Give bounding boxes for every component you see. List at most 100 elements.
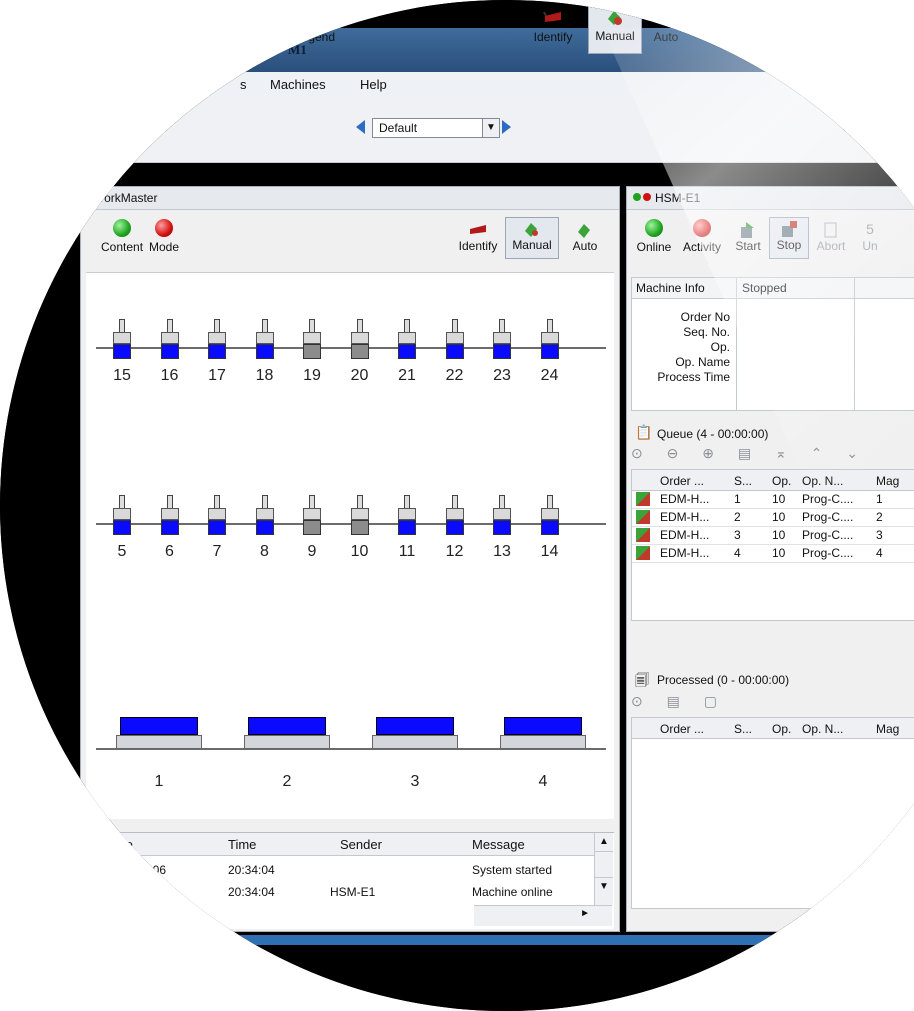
menu-item-machines[interactable]: Machines [270,77,326,92]
queue-row[interactable]: EDM-H... 1 10 Prog-C.... 1 [632,490,914,509]
layout-combo[interactable]: Default ▼ [372,118,500,138]
pallet[interactable] [372,717,458,751]
queue-tool-icons[interactable]: ⊙ ⊖ ⊕ ▤ ⌅ ⌃ ⌄ [631,445,868,461]
processed-col-mag[interactable]: Mag [876,722,899,736]
menu-item-partial[interactable]: s [240,77,247,92]
log-hscrollbar[interactable]: ► [474,905,612,926]
machine-start-button[interactable]: Start [729,221,767,253]
tool-holder[interactable] [160,495,179,535]
configure-button[interactable]: Configure [170,8,222,44]
log-scrollbar[interactable]: ▲ ▼ [594,833,613,905]
pallet[interactable] [244,717,330,751]
process-time-label: Process Time [657,370,730,384]
processed-col-opname[interactable]: Op. N... [802,722,843,736]
tool-number: 11 [398,543,416,560]
pane-identify-label: Identify [458,239,498,253]
window-title: M1 [288,42,307,57]
pallet[interactable] [500,717,586,751]
queue-col-order[interactable]: Order ... [660,474,704,488]
tool-number: 12 [445,543,464,560]
pane-auto-button[interactable]: Auto [563,221,607,253]
log-time-2: 20:34:04 [228,885,275,899]
pane-manual-button[interactable]: Manual [505,217,559,259]
tool-holder[interactable] [208,319,226,359]
chevron-down-icon[interactable]: ▼ [482,119,499,137]
queue-cell: EDM-H... [660,492,710,506]
tool-holder[interactable] [208,495,226,535]
queue-col-seq[interactable]: S... [734,474,752,488]
pallet-number: 2 [282,773,292,790]
log-col-sender[interactable]: Sender [340,837,382,852]
content-label: Content [101,240,144,254]
machine-unload-button[interactable]: 5 Un [855,221,885,253]
start-label: Start [709,30,735,44]
start-button[interactable]: Start [700,8,744,44]
legend-button[interactable]: Legend [290,8,340,44]
queue-cell: EDM-H... [660,546,710,560]
identify-button[interactable]: Identify [522,8,584,44]
log-col-message[interactable]: Message [472,837,525,852]
processed-col-op[interactable]: Op. [772,722,791,736]
identify-icon [467,221,489,239]
auto-button[interactable]: Auto [644,8,688,44]
stop-button[interactable]: Stop [746,6,790,54]
machine-info-label: Machine Info [636,281,705,295]
tool-holder[interactable] [113,319,131,359]
scroll-up-icon[interactable]: ▲ [595,833,613,852]
manual-button[interactable]: Manual [588,6,642,54]
pane-auto-label: Auto [572,239,598,253]
tool-holder[interactable] [350,319,369,359]
queue-col-op[interactable]: Op. [772,474,791,488]
machine-stop-button[interactable]: Stop [769,217,809,259]
tool-holder[interactable] [445,319,464,359]
queue-row[interactable]: EDM-H... 3 10 Prog-C.... 3 [632,526,914,545]
tool-holder[interactable] [303,319,321,359]
queue-row[interactable]: EDM-H... 2 10 Prog-C.... 2 [632,508,914,527]
tool-holder[interactable] [350,495,369,535]
machine-title: HSM-E1 [655,191,701,205]
activity-indicator: Activity [677,219,727,254]
green-status-icon [645,219,663,237]
queue-cell: Prog-C.... [802,528,854,542]
content-indicator: Content [101,219,143,254]
tool-holder[interactable] [540,495,559,535]
pane-identify-button[interactable]: Identify [453,221,503,253]
shift-button[interactable]: Shift [232,8,282,44]
configure-icon [184,8,206,28]
pallet[interactable] [116,717,202,751]
log-col-time[interactable]: Time [228,837,256,852]
tool-holder[interactable] [113,495,131,535]
op-label: Op. [710,340,730,354]
unload-icon: 5 [866,221,874,237]
tool-holder[interactable] [255,495,274,535]
machine-pane: HSM-E1 Online Activity Start Stop Abort … [626,186,914,932]
tool-holder[interactable] [493,495,511,535]
tool-holder[interactable] [303,495,321,535]
machine-abort-button[interactable]: Abort [811,221,851,253]
scroll-right-icon[interactable]: ► [580,908,590,919]
job-icon [636,492,650,506]
machine-info-box: Machine Info Stopped Order No Seq. No. O… [631,277,914,411]
menu-item-help[interactable]: Help [360,77,387,92]
tool-holder[interactable] [445,495,464,535]
previous-arrow-icon[interactable] [356,120,365,134]
queue-row[interactable]: EDM-H... 4 10 Prog-C.... 4 [632,544,914,563]
start-icon [711,8,733,28]
tool-holder[interactable] [398,495,416,535]
refresh-button[interactable]: Refresh [794,8,850,44]
tool-holder[interactable] [540,319,559,359]
tool-holder[interactable] [160,319,179,359]
machine-abort-label: Abort [816,239,846,253]
queue-col-mag[interactable]: Mag [876,474,899,488]
processed-col-order[interactable]: Order ... [660,722,704,736]
scroll-down-icon[interactable]: ▼ [595,877,613,896]
log-col-date[interactable]: te [122,837,133,852]
queue-col-opname[interactable]: Op. N... [802,474,843,488]
tool-holder[interactable] [493,319,511,359]
tool-holder[interactable] [398,319,416,359]
processed-tool-icons[interactable]: ⊙ ▤ ▢ [631,693,727,709]
next-arrow-icon[interactable] [502,120,511,134]
manual-icon [521,220,543,238]
processed-col-seq[interactable]: S... [734,722,752,736]
tool-holder[interactable] [255,319,274,359]
